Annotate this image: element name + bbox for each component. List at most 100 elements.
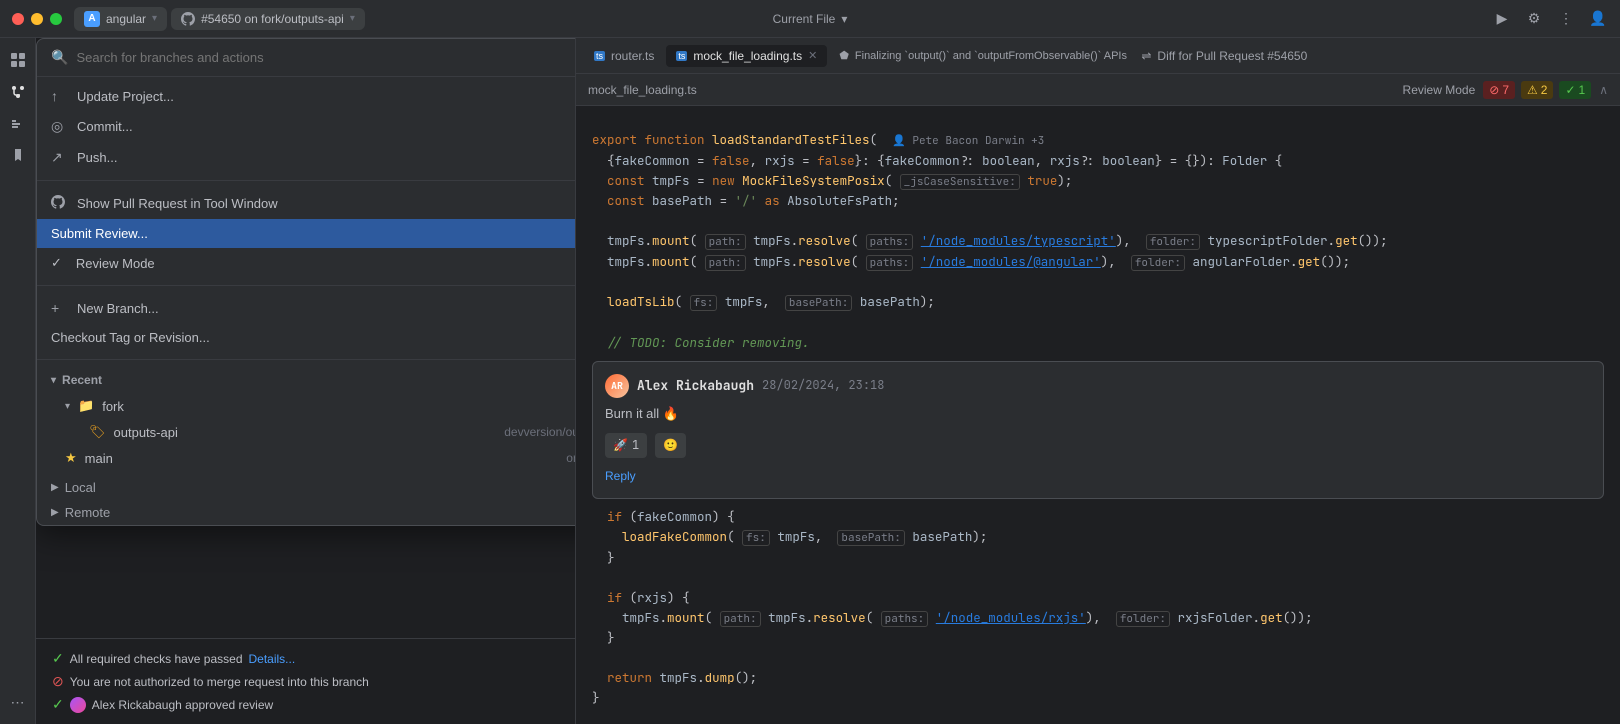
item-label: Update Project... xyxy=(77,89,576,104)
sidebar-icon-git[interactable] xyxy=(4,78,32,106)
code-content: if (rxjs) { xyxy=(592,588,1604,608)
branch-dropdown: 🔍 ⊞ ⚙ ↑ Update Project... ⌘T ◎ Commit...… xyxy=(36,38,576,526)
file-tree-panel: #54650 on fork/outputs-api ▾ Finalizing … xyxy=(36,38,576,724)
details-link[interactable]: Details... xyxy=(249,652,296,666)
tab-diff-pr[interactable]: ⇌ Diff for Pull Request #54650 xyxy=(1131,45,1317,67)
tab-mock-file-loading[interactable]: ts mock_file_loading.ts ✕ xyxy=(666,45,827,67)
diff-icon: ⇌ xyxy=(1141,49,1151,63)
branch-actions-section: + New Branch... ⌥⌘N Checkout Tag or Revi… xyxy=(37,289,576,356)
person-icon[interactable]: 👤 xyxy=(1588,9,1608,29)
local-remote-section: ▶ Local ▶ Remote xyxy=(37,475,576,525)
run-button[interactable]: ▶ xyxy=(1492,9,1512,29)
comment-reactions: 🚀 1 🙂 xyxy=(605,433,1591,458)
section-label: Remote xyxy=(65,505,111,520)
comment-body: Burn it all 🔥 xyxy=(605,404,1591,425)
code-line: {fakeCommon = false, rxjs = false}: {fak… xyxy=(576,151,1620,171)
plus-icon: + xyxy=(51,300,67,316)
github-icon xyxy=(181,12,195,26)
reply-button[interactable]: Reply xyxy=(605,469,636,483)
section-label: Recent xyxy=(62,373,102,387)
code-line: } xyxy=(576,688,1620,708)
tab-close-button[interactable]: ✕ xyxy=(808,49,817,62)
avatar: A xyxy=(84,11,100,27)
update-project-item[interactable]: ↑ Update Project... ⌘T xyxy=(37,81,576,111)
item-label: Show Pull Request in Tool Window xyxy=(77,196,576,211)
sidebar-icon-structure[interactable] xyxy=(4,110,32,138)
chevron-down-icon: ▾ xyxy=(350,13,355,24)
code-content xyxy=(592,648,1604,668)
status-text: All required checks have passed xyxy=(70,652,243,666)
chevron-down-icon: ▾ xyxy=(152,13,157,24)
sidebar-icon-more[interactable]: ⋯ xyxy=(4,688,32,716)
search-icon: 🔍 xyxy=(51,49,68,66)
folder-icon: 📁 xyxy=(78,398,94,414)
local-section[interactable]: ▶ Local xyxy=(37,475,576,500)
code-content: } xyxy=(592,548,1604,568)
gear-icon[interactable]: ⚙ xyxy=(1524,9,1544,29)
reaction-count: 1 xyxy=(632,436,639,455)
status-text: Alex Rickabaugh approved review xyxy=(92,698,273,712)
tab-router-ts[interactable]: ts router.ts xyxy=(584,45,664,67)
main-branch[interactable]: ★ main origin/main › xyxy=(37,445,576,471)
error-icon: ⊘ xyxy=(1489,83,1499,97)
check-badge: ✓ 1 xyxy=(1559,81,1591,99)
warning-count: 2 xyxy=(1541,83,1548,97)
status-checks-passed: ✓ All required checks have passed Detail… xyxy=(52,647,559,670)
chevron-down-icon: ▾ xyxy=(841,12,847,26)
branch-label: outputs-api xyxy=(114,425,497,440)
code-content: tmpFs.mount( path: tmpFs.resolve( paths:… xyxy=(592,231,1604,252)
code-line xyxy=(576,568,1620,588)
pr-tab[interactable]: #54650 on fork/outputs-api ▾ xyxy=(171,8,365,30)
more-icon[interactable]: ⋮ xyxy=(1556,9,1576,29)
check-icon: ✓ xyxy=(52,696,64,713)
tree-fork-group[interactable]: ▾ 📁 fork xyxy=(37,393,576,419)
tab-label: Finalizing `output()` and `outputFromObs… xyxy=(855,50,1129,62)
sidebar-icon-project[interactable] xyxy=(4,46,32,74)
code-content: } xyxy=(592,628,1604,648)
commit-item[interactable]: ◎ Commit... ⌘K xyxy=(37,111,576,142)
code-area: export function loadStandardTestFiles( 👤… xyxy=(576,106,1620,724)
code-line: tmpFs.mount( path: tmpFs.resolve( paths:… xyxy=(576,231,1620,252)
code-line: tmpFs.mount( path: tmpFs.resolve( paths:… xyxy=(576,252,1620,273)
code-content xyxy=(592,568,1604,588)
dropdown-search-bar: 🔍 ⊞ ⚙ xyxy=(37,39,576,77)
tab-label: Diff for Pull Request #54650 xyxy=(1157,49,1307,63)
push-item[interactable]: ↗ Push... ⇧⌘K xyxy=(37,142,576,173)
code-line: // TODO: Consider removing. xyxy=(576,333,1620,353)
status-not-authorized: ⊘ You are not authorized to merge reques… xyxy=(52,670,559,693)
chevron-down-icon: ▾ xyxy=(65,401,70,412)
recent-section: ▾ Recent ▾ 📁 fork 🏷 outputs-api devversi… xyxy=(37,363,576,475)
code-content: } xyxy=(592,688,1604,708)
check-count: 1 xyxy=(1579,83,1586,97)
close-button[interactable] xyxy=(12,13,24,25)
maximize-button[interactable] xyxy=(50,13,62,25)
title-bar: A angular ▾ #54650 on fork/outputs-api ▾… xyxy=(0,0,1620,38)
tab-pr-finalizing[interactable]: ⬟ Finalizing `output()` and `outputFromO… xyxy=(829,45,1129,66)
pr-icon: ⬟ xyxy=(839,49,849,62)
code-content: loadFakeCommon( fs: tmpFs, basePath: bas… xyxy=(592,527,1604,548)
inline-comment: AR Alex Rickabaugh 28/02/2024, 23:18 Bur… xyxy=(592,361,1604,499)
pr-tab-label: #54650 on fork/outputs-api xyxy=(201,12,344,26)
checkout-tag-item[interactable]: Checkout Tag or Revision... xyxy=(37,323,576,352)
repo-tab[interactable]: A angular ▾ xyxy=(74,7,167,31)
review-mode-area: Review Mode ⊘ 7 ⚠ 2 ✓ 1 ∧ xyxy=(1403,81,1608,99)
add-reaction-button[interactable]: 🙂 xyxy=(655,433,686,458)
minimize-button[interactable] xyxy=(31,13,43,25)
outputs-api-branch[interactable]: 🏷 outputs-api devversion/outputs-api › xyxy=(37,419,576,445)
item-label: Commit... xyxy=(77,119,576,134)
search-input[interactable] xyxy=(76,50,576,65)
submit-review-item[interactable]: Submit Review... xyxy=(37,219,576,248)
show-pr-item[interactable]: Show Pull Request in Tool Window xyxy=(37,188,576,219)
code-line: loadFakeCommon( fs: tmpFs, basePath: bas… xyxy=(576,527,1620,548)
code-line: } xyxy=(576,548,1620,568)
remote-section[interactable]: ▶ Remote xyxy=(37,500,576,525)
expand-icon[interactable]: ∧ xyxy=(1599,83,1608,97)
tab-label: router.ts xyxy=(611,49,654,63)
new-branch-item[interactable]: + New Branch... ⌥⌘N xyxy=(37,293,576,323)
review-mode-item[interactable]: ✓ Review Mode xyxy=(37,248,576,278)
code-line: const tmpFs = new MockFileSystemPosix( _… xyxy=(576,171,1620,192)
code-line xyxy=(576,211,1620,231)
rocket-reaction[interactable]: 🚀 1 xyxy=(605,433,647,458)
code-line xyxy=(576,272,1620,292)
sidebar-icon-bookmark[interactable] xyxy=(4,142,32,170)
